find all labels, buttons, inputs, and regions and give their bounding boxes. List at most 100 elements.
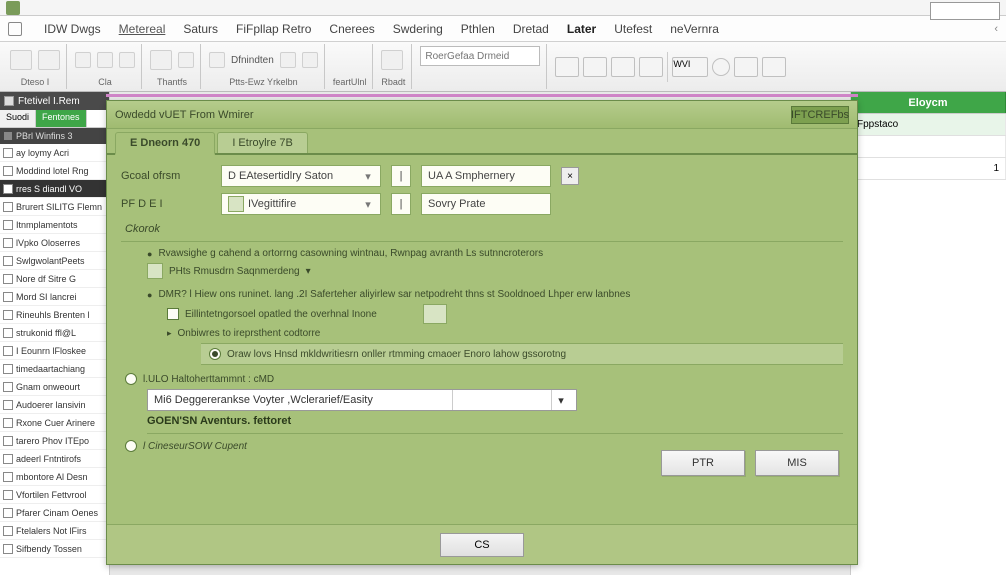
left-list-item[interactable]: Mord SI lancrei	[0, 288, 109, 306]
list-item-icon	[3, 526, 13, 536]
sheet-cell[interactable]: Fppstaco	[851, 114, 1006, 135]
dialog-titlebar: Owdedd vUET From Wmirer IFTCREFbs	[107, 101, 857, 129]
left-list-item[interactable]: timedaartachiang	[0, 360, 109, 378]
left-list-item[interactable]: Vfortilen Fettvrool	[0, 486, 109, 504]
sheet-cell[interactable]: 1	[851, 158, 1006, 179]
left-list-item[interactable]: Brurert SILITG Flemn	[0, 198, 109, 216]
dropdown-field[interactable]: UA A Smphernery	[421, 165, 551, 187]
left-list-item[interactable]: rres S diandl VO	[0, 180, 109, 198]
dialog-tab-0[interactable]: E Dneorn 470	[115, 132, 215, 155]
list-item-label: Mord SI lancrei	[16, 292, 77, 302]
app-logo-icon	[6, 1, 20, 15]
dialog-button-row: PTR MIS	[661, 450, 839, 476]
left-list-item[interactable]: Rxone Cuer Arinere	[0, 414, 109, 432]
menubar-file-icon[interactable]	[8, 22, 22, 36]
toolbar-icon[interactable]	[583, 57, 607, 77]
left-list-item[interactable]: Itnmplamentots	[0, 216, 109, 234]
toolbar-right-button[interactable]: WVI	[672, 57, 708, 77]
menu-item-0[interactable]: Metereal	[119, 22, 166, 36]
left-list-item[interactable]: mbontore Al Desn	[0, 468, 109, 486]
left-tab-0[interactable]: Suodi	[0, 110, 36, 127]
menu-item-3[interactable]: Cnerees	[329, 22, 374, 36]
left-list-item[interactable]: adeerl Fntntirofs	[0, 450, 109, 468]
field-clear-button[interactable]: ×	[561, 167, 579, 185]
toolbar-icon[interactable]	[611, 57, 635, 77]
dropdown-expand[interactable]: |	[391, 165, 411, 187]
folder-icon	[423, 304, 447, 324]
toolbar-icon[interactable]	[38, 50, 60, 70]
menubar-left-label[interactable]: IDW Dwgs	[44, 22, 101, 36]
left-list-item[interactable]: Nore df Sitre G	[0, 270, 109, 288]
left-list-item[interactable]: SwlgwolantPeets	[0, 252, 109, 270]
radio-button[interactable]	[209, 348, 221, 360]
toolbar-icon[interactable]	[10, 50, 32, 70]
toolbar-icon[interactable]	[712, 58, 730, 76]
sheet-cell[interactable]	[851, 136, 1006, 157]
list-item-label: Sifbendy Tossen	[16, 544, 82, 554]
chevron-down-icon: ▾	[362, 170, 374, 183]
toolbar-icon[interactable]	[75, 52, 91, 68]
toolbar-icon[interactable]	[302, 52, 318, 68]
window-control-box[interactable]	[930, 2, 1000, 20]
ribbon-toolbar: Dteso I Cla Thantfs Dfnindten Ptts-Ewz Y…	[0, 42, 1006, 92]
toolbar-icon[interactable]	[280, 52, 296, 68]
dialog-tab-1[interactable]: I Etroylre 7B	[217, 132, 308, 153]
left-list-item[interactable]: Pfarer Cinam Oenes	[0, 504, 109, 522]
menubar: IDW Dwgs Metereal Saturs FiFpllap Retro …	[0, 16, 1006, 42]
left-list-item[interactable]: Sifbendy Tossen	[0, 540, 109, 558]
cancel-button[interactable]: CS	[440, 533, 524, 557]
left-list-item[interactable]: tarero Phov ITEpo	[0, 432, 109, 450]
menu-item-2[interactable]: FiFpllap Retro	[236, 22, 311, 36]
menubar-overflow-icon[interactable]: ‹	[994, 23, 998, 35]
apply-button[interactable]: MIS	[755, 450, 839, 476]
tool-group-5: Rbadt	[375, 44, 412, 89]
menu-item-8[interactable]: Utefest	[614, 22, 652, 36]
menu-item-4[interactable]: Swdering	[393, 22, 443, 36]
toolbar-icon[interactable]	[178, 52, 194, 68]
left-list-item[interactable]: Gnam onweourt	[0, 378, 109, 396]
toolbar-icon[interactable]	[209, 52, 225, 68]
toolbar-icon[interactable]	[381, 50, 403, 70]
left-list-item[interactable]: Moddind lotel Rng	[0, 162, 109, 180]
menu-item-5[interactable]: Pthlen	[461, 22, 495, 36]
list-item-label: lVpko Oloserres	[16, 238, 80, 248]
dropdown-field[interactable]: IVegittifire▾	[221, 193, 381, 215]
dialog-accent-strip	[106, 94, 858, 97]
toolbar-icon[interactable]	[734, 57, 758, 77]
left-list-item[interactable]: ay loymy Acri	[0, 144, 109, 162]
left-list-item[interactable]: Audoerer lansivin	[0, 396, 109, 414]
ok-button[interactable]: PTR	[661, 450, 745, 476]
toolbar-icon[interactable]	[119, 52, 135, 68]
radio-button[interactable]	[125, 440, 137, 452]
checkbox[interactable]	[167, 308, 179, 320]
list-item-label: SwlgwolantPeets	[16, 256, 85, 266]
dropdown-field[interactable]: Sovry Prate	[421, 193, 551, 215]
option-text: Rvawsighe g cahend a ortorrng casowning …	[158, 248, 543, 259]
toolbar-search-input[interactable]	[420, 46, 540, 66]
toolbar-icon[interactable]	[555, 57, 579, 77]
left-list-item[interactable]: Rineuhls Brenten l	[0, 306, 109, 324]
left-list-item[interactable]: strukonid ffl@L	[0, 324, 109, 342]
toolbar-icon[interactable]	[150, 50, 172, 70]
dialog-tabs: E Dneorn 470 I Etroylre 7B	[107, 129, 857, 155]
menu-item-6[interactable]: Dretad	[513, 22, 549, 36]
sheet-col-0[interactable]: Eloycm	[851, 92, 1006, 113]
chevron-down-icon[interactable]: ▾	[552, 394, 570, 407]
dropdown-expand[interactable]: |	[391, 193, 411, 215]
left-list-item[interactable]: lVpko Oloserres	[0, 234, 109, 252]
menu-item-1[interactable]: Saturs	[183, 22, 218, 36]
path-field[interactable]: Mi6 Deggererankse Voyter ,Wclerarief/Eas…	[147, 389, 577, 411]
left-tab-1[interactable]: Fentones	[36, 110, 87, 127]
dropdown-field[interactable]: D EAtesertidlry Saton▾	[221, 165, 381, 187]
list-item-icon	[3, 328, 13, 338]
menu-item-9[interactable]: neVernra	[670, 22, 719, 36]
dialog-close-button[interactable]: IFTCREFbs	[791, 106, 849, 124]
toolbar-icon[interactable]	[97, 52, 113, 68]
menu-item-7[interactable]: Later	[567, 22, 596, 36]
radio-button[interactable]	[125, 373, 137, 385]
toolbar-icon[interactable]	[639, 57, 663, 77]
left-list-item[interactable]: I Eounrn lFloskee	[0, 342, 109, 360]
list-item-icon	[3, 418, 13, 428]
toolbar-icon[interactable]	[762, 57, 786, 77]
left-list-item[interactable]: Ftelalers Not lFirs	[0, 522, 109, 540]
